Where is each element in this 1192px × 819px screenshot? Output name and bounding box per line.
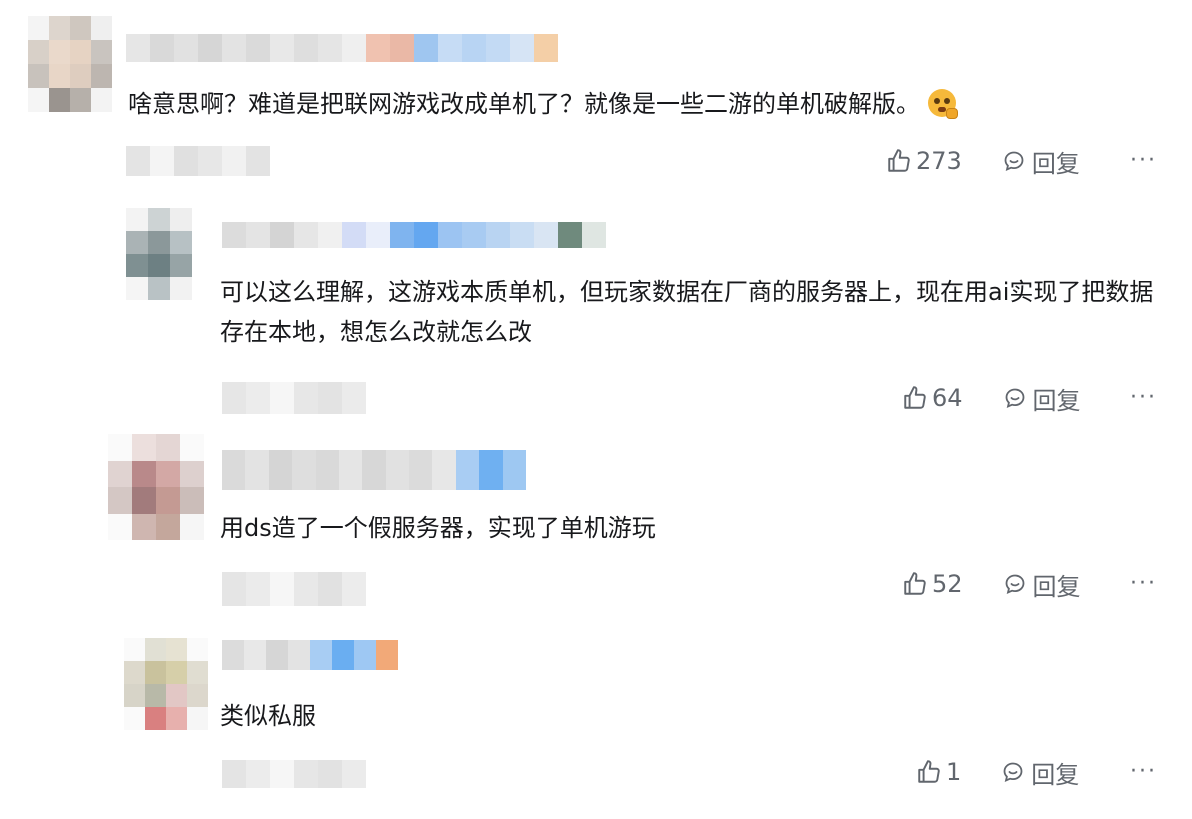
like-button[interactable]: 52 [902, 570, 963, 598]
avatar[interactable] [124, 638, 208, 730]
reply-actions: 1 回复 [916, 755, 1079, 790]
reply-label: 回复 [1032, 386, 1081, 415]
reply-button[interactable]: 回复 [1003, 381, 1081, 416]
comment-date [126, 146, 270, 176]
comment-actions: 273 回复 [886, 144, 1080, 179]
reply-label: 回复 [1031, 149, 1080, 178]
more-button[interactable]: ··· [1130, 148, 1157, 173]
comment-text: 啥意思啊？难道是把联网游戏改成单机了？就像是一些二游的单机破解版。 [128, 84, 958, 124]
username[interactable] [222, 222, 606, 248]
more-button[interactable]: ··· [1130, 759, 1157, 784]
more-button[interactable]: ··· [1130, 385, 1157, 410]
reply-button[interactable]: 回复 [1002, 144, 1080, 179]
reply-date [222, 760, 366, 788]
thinking-face-emoji [928, 89, 958, 119]
reply-text: 用ds造了一个假服务器，实现了单机游玩 [220, 514, 656, 542]
thumbs-up-icon [904, 572, 926, 595]
comment-bubble-icon [1005, 388, 1024, 409]
username[interactable] [222, 450, 526, 490]
reply-label: 回复 [1032, 572, 1081, 601]
like-count: 64 [932, 384, 963, 412]
more-button[interactable]: ··· [1130, 571, 1157, 596]
like-button[interactable]: 1 [916, 758, 961, 786]
reply-text: 可以这么理解，这游戏本质单机，但玩家数据在厂商的服务器上，现在用ai实现了把数据… [220, 278, 1154, 346]
reply-date [222, 572, 366, 606]
reply-date [222, 382, 366, 414]
reply-text: 类似私服 [220, 702, 316, 730]
thumbs-up-icon [918, 760, 940, 783]
avatar[interactable] [108, 434, 204, 540]
thumbs-up-icon [904, 386, 926, 409]
reply-label: 回复 [1031, 760, 1080, 789]
like-count: 273 [916, 147, 962, 175]
like-button[interactable]: 273 [886, 147, 962, 175]
reply-actions: 52 回复 [902, 567, 1081, 602]
thumbs-up-icon [888, 149, 910, 172]
reply-actions: 64 回复 [902, 381, 1081, 416]
avatar[interactable] [126, 208, 192, 300]
like-count: 52 [932, 570, 963, 598]
username[interactable] [222, 640, 398, 670]
reply-button[interactable]: 回复 [1003, 567, 1081, 602]
like-button[interactable]: 64 [902, 384, 963, 412]
comment-bubble-icon [1003, 762, 1023, 783]
comment-bubble-icon [1005, 574, 1024, 595]
comment-bubble-icon [1004, 151, 1024, 172]
avatar[interactable] [28, 16, 112, 112]
username[interactable] [126, 34, 558, 62]
reply-button[interactable]: 回复 [1001, 755, 1079, 790]
like-count: 1 [946, 758, 962, 786]
